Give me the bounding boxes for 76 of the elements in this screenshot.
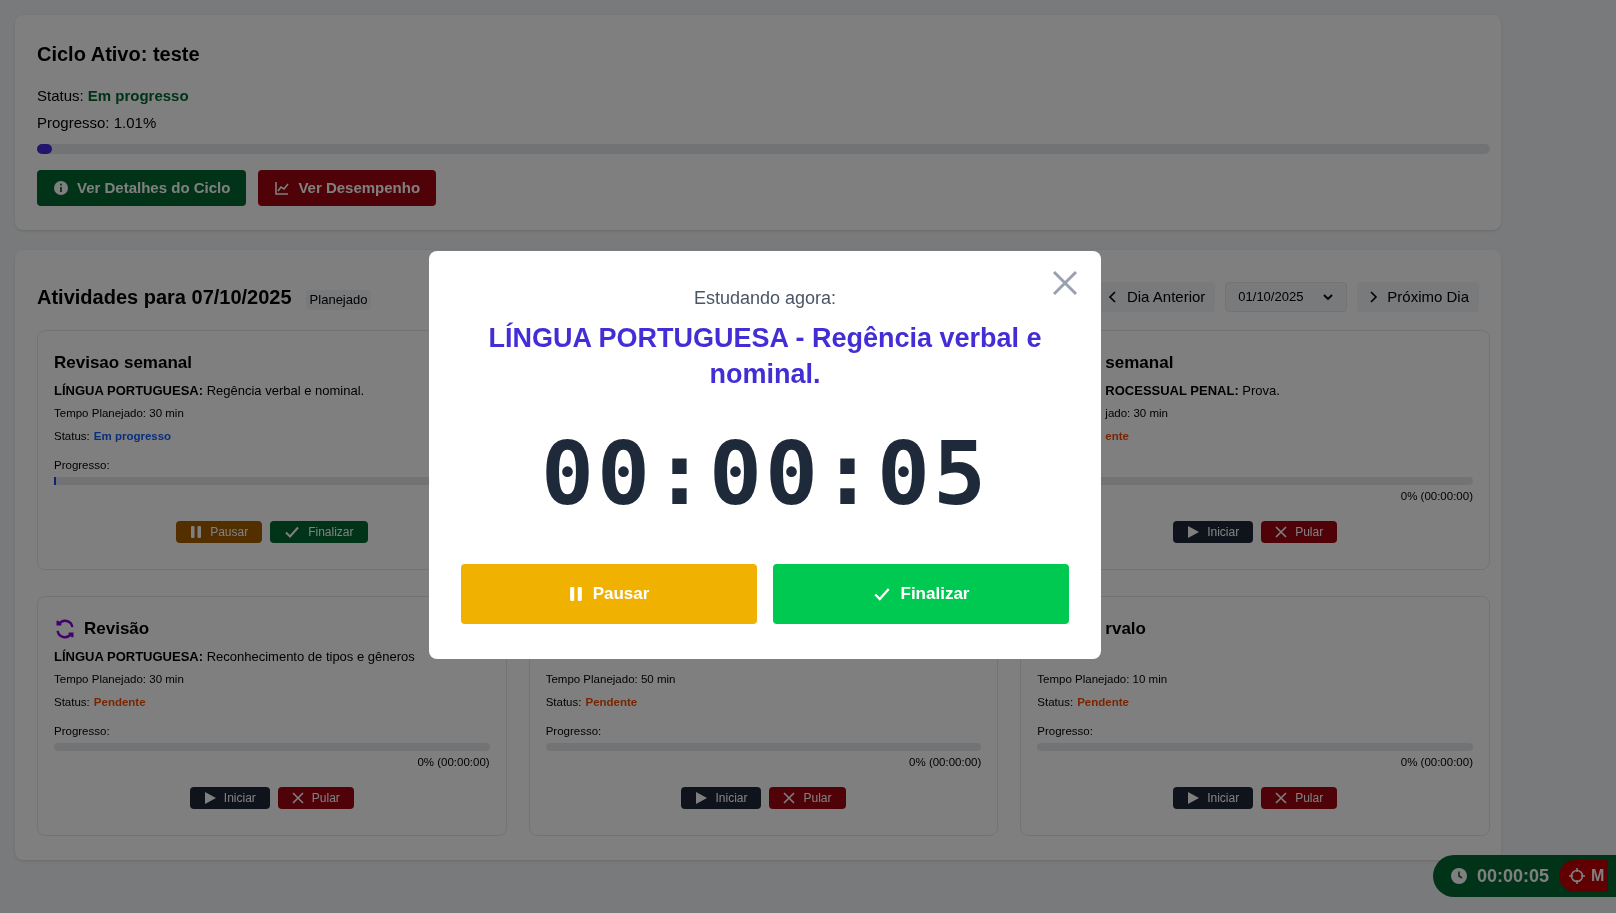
progress-percent: 0% (00:00:00) xyxy=(909,755,982,771)
pause-button[interactable]: Pausar xyxy=(176,521,263,543)
cycle-title: Ciclo Ativo: teste xyxy=(37,42,201,67)
status-value: Pendente xyxy=(585,695,638,711)
play-icon xyxy=(695,792,708,804)
skip-button[interactable]: Pular xyxy=(277,787,354,809)
status-value: Em progresso xyxy=(87,86,189,106)
activity-title: semanal xyxy=(1105,352,1174,375)
progress-percent: 0% (00:00:00) xyxy=(1400,489,1473,505)
focus-button[interactable]: M xyxy=(1559,860,1609,892)
progress-label: Progresso: xyxy=(54,459,110,471)
subject-text: ROCESSUAL PENAL: Prova. xyxy=(1105,383,1280,398)
pause-icon xyxy=(190,526,203,538)
play-icon xyxy=(1187,792,1200,804)
status-value: Em progresso xyxy=(93,429,172,445)
activity-title: Revisao semanal xyxy=(54,352,192,375)
start-button[interactable]: Iniciar xyxy=(681,787,762,809)
clock-icon xyxy=(1451,868,1467,884)
start-button[interactable]: Iniciar xyxy=(189,787,270,809)
planned-time: Tempo Planejado: 30 min xyxy=(54,406,184,422)
status-label: Status: xyxy=(37,86,84,106)
subject-text: LÍNGUA PORTUGUESA: Reconhecimento de tipos e gêneros xyxy=(54,649,415,664)
status-value: ente xyxy=(1105,429,1129,445)
finish-button[interactable]: Finalizar xyxy=(773,564,1069,624)
check-icon xyxy=(284,524,301,540)
activity-title: rvalo xyxy=(1105,618,1146,641)
plan-badge: Planejado xyxy=(305,290,372,310)
planned-time: jado: 30 min xyxy=(1105,406,1168,422)
timer-display: 00:00:05 xyxy=(540,426,990,522)
skip-button[interactable]: Pular xyxy=(1261,521,1338,543)
progress-label: Progresso: xyxy=(54,725,110,737)
status-label: Status: xyxy=(545,695,582,711)
status-value: Pendente xyxy=(93,695,146,711)
date-select[interactable]: 01/10/2025 xyxy=(1225,282,1348,312)
finish-button[interactable]: Finalizar xyxy=(270,521,368,543)
planned-time: Tempo Planejado: 10 min xyxy=(1037,672,1168,688)
timer-text: 00:00:05 xyxy=(1477,864,1550,888)
next-day-button[interactable]: Próximo Dia xyxy=(1357,282,1479,312)
skip-button[interactable]: Pular xyxy=(1261,787,1338,809)
modal-heading: Estudando agora: xyxy=(692,287,838,310)
close-button[interactable] xyxy=(1051,269,1079,297)
close-icon xyxy=(1051,269,1079,297)
planned-time: Tempo Planejado: 50 min xyxy=(545,672,676,688)
planned-time: Tempo Planejado: 30 min xyxy=(54,672,184,688)
sync-icon xyxy=(54,618,76,640)
info-icon xyxy=(53,180,69,196)
status-label: Status: xyxy=(54,429,90,445)
close-icon xyxy=(783,792,796,804)
play-icon xyxy=(203,792,216,804)
progress-percent: 0% (00:00:00) xyxy=(1400,755,1473,771)
play-icon xyxy=(1187,526,1200,538)
chevron-left-icon xyxy=(1106,291,1119,303)
status-label: Status: xyxy=(1037,695,1074,711)
activity-title: Revisão xyxy=(84,618,150,641)
line-chart-icon xyxy=(274,180,291,196)
close-icon xyxy=(1275,792,1288,804)
progress-label: Progresso: xyxy=(1037,725,1093,737)
close-icon xyxy=(1275,526,1288,538)
progress-text: Progresso: 1.01% xyxy=(37,112,158,133)
close-icon xyxy=(291,792,304,804)
chevron-right-icon xyxy=(1367,291,1380,303)
status-value: Pendente xyxy=(1077,695,1129,711)
modal-activity-title: LÍNGUA PORTUGUESA - Regência verbal e nominal. xyxy=(487,321,1043,391)
chevron-down-icon xyxy=(1322,291,1335,303)
details-button[interactable]: Ver Detalhes do Ciclo xyxy=(37,170,247,206)
activities-title: Atividades para 07/10/2025 xyxy=(37,285,292,310)
start-button[interactable]: Iniciar xyxy=(1173,521,1254,543)
pause-icon xyxy=(568,586,583,602)
skip-button[interactable]: Pular xyxy=(769,787,846,809)
crosshair-icon xyxy=(1569,868,1586,884)
progress-label: Progresso: xyxy=(545,725,602,737)
status-label: Status: xyxy=(54,695,90,711)
start-button[interactable]: Iniciar xyxy=(1173,787,1254,809)
subject-text: LÍNGUA PORTUGUESA: Regência verbal e nominal. xyxy=(54,383,365,398)
performance-button[interactable]: Ver Desempenho xyxy=(258,170,437,206)
progress-percent: 0% (00:00:00) xyxy=(417,755,490,771)
